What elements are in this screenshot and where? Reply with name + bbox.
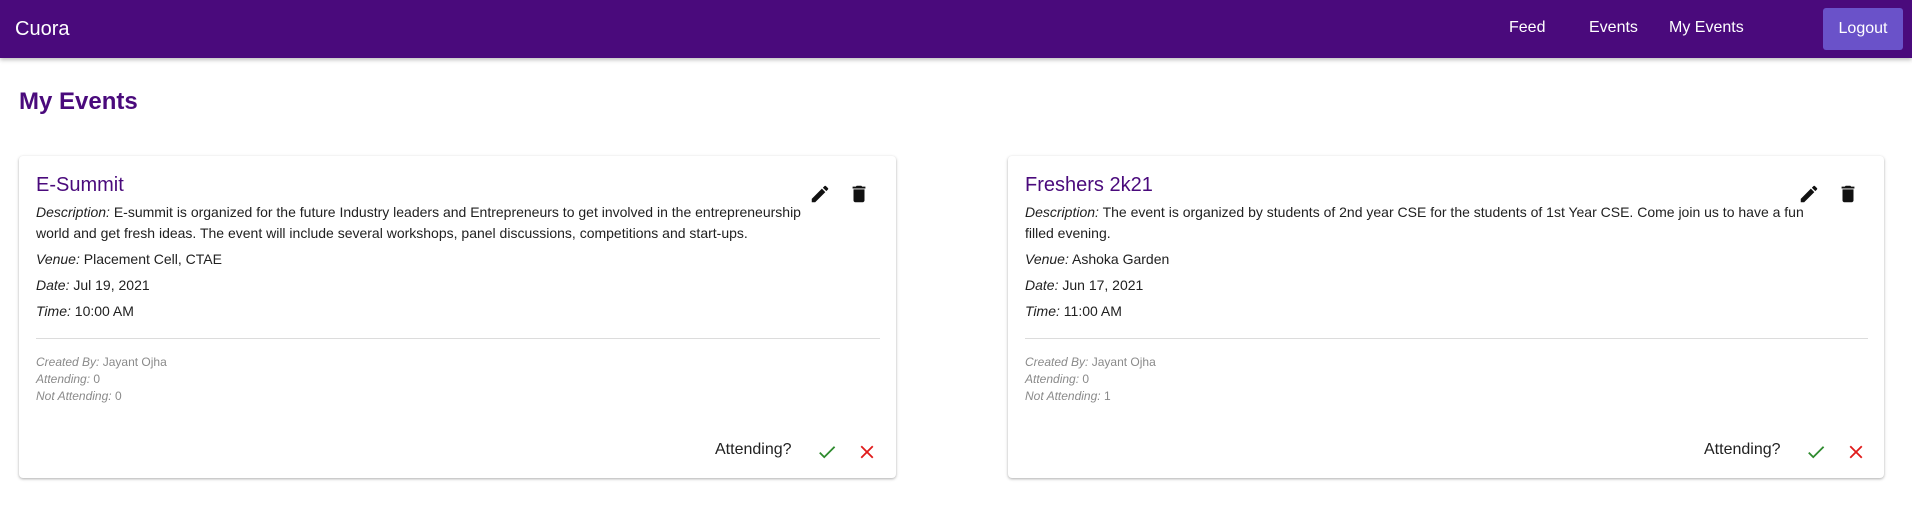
event-title: Freshers 2k21 bbox=[1025, 174, 1153, 196]
time-label: Time: bbox=[1025, 303, 1060, 319]
event-time: Time: 10:00 AM bbox=[36, 301, 816, 322]
attending-count-value: 0 bbox=[1082, 372, 1090, 386]
check-icon[interactable] bbox=[813, 438, 841, 466]
venue-value: Placement Cell, CTAE bbox=[83, 251, 222, 267]
close-icon[interactable] bbox=[1842, 438, 1870, 466]
date-label: Date: bbox=[1025, 277, 1059, 293]
attending-question: Attending? bbox=[1704, 441, 1781, 458]
event-card: Freshers 2k21 Description: The event is … bbox=[1008, 156, 1884, 478]
event-title: E-Summit bbox=[36, 174, 124, 196]
attending-count-value: 0 bbox=[93, 372, 101, 386]
time-value: 10:00 AM bbox=[74, 303, 134, 319]
not-attending-count-value: 0 bbox=[114, 389, 122, 403]
date-label: Date: bbox=[36, 277, 70, 293]
event-card: E-Summit Description: E-summit is organi… bbox=[19, 156, 896, 478]
attending-question: Attending? bbox=[715, 441, 792, 458]
page-title: My Events bbox=[19, 88, 138, 115]
attending-count-row: Attending: 0 bbox=[1025, 371, 1156, 388]
card-divider bbox=[1025, 338, 1868, 339]
not-attending-count-label: Not Attending: bbox=[1025, 389, 1101, 403]
delete-icon[interactable] bbox=[1834, 180, 1862, 208]
event-venue: Venue: Ashoka Garden bbox=[1025, 249, 1805, 270]
created-by-value: Jayant Ojha bbox=[102, 355, 167, 369]
not-attending-count-row: Not Attending: 0 bbox=[36, 388, 167, 405]
nav-feed-link[interactable]: Feed bbox=[1509, 0, 1545, 58]
nav-my-events-link[interactable]: My Events bbox=[1669, 0, 1744, 58]
not-attending-count-row: Not Attending: 1 bbox=[1025, 388, 1156, 405]
description-text: E-summit is organized for the future Ind… bbox=[36, 204, 801, 241]
created-by-value: Jayant Ojha bbox=[1091, 355, 1156, 369]
attending-count-label: Attending: bbox=[36, 372, 91, 386]
time-label: Time: bbox=[36, 303, 71, 319]
time-value: 11:00 AM bbox=[1063, 303, 1122, 319]
check-icon[interactable] bbox=[1802, 438, 1830, 466]
event-date: Date: Jul 19, 2021 bbox=[36, 275, 816, 296]
venue-label: Venue: bbox=[36, 251, 80, 267]
event-date: Date: Jun 17, 2021 bbox=[1025, 275, 1805, 296]
venue-label: Venue: bbox=[1025, 251, 1069, 267]
delete-icon[interactable] bbox=[845, 180, 873, 208]
close-icon[interactable] bbox=[853, 438, 881, 466]
brand-title[interactable]: Cuora bbox=[15, 0, 69, 58]
event-description: Description: E-summit is organized for t… bbox=[36, 202, 816, 244]
created-by-row: Created By: Jayant Ojha bbox=[36, 354, 167, 371]
app-bar: Cuora Feed Events My Events Logout bbox=[0, 0, 1912, 58]
event-time: Time: 11:00 AM bbox=[1025, 301, 1805, 322]
not-attending-count-value: 1 bbox=[1103, 389, 1111, 403]
nav-events-link[interactable]: Events bbox=[1589, 0, 1638, 58]
created-by-row: Created By: Jayant Ojha bbox=[1025, 354, 1156, 371]
not-attending-count-label: Not Attending: bbox=[36, 389, 112, 403]
date-value: Jul 19, 2021 bbox=[73, 277, 150, 293]
description-label: Description: bbox=[1025, 204, 1099, 220]
venue-value: Ashoka Garden bbox=[1071, 251, 1170, 267]
event-meta: Created By: Jayant Ojha Attending: 0 Not… bbox=[36, 354, 167, 405]
description-text: The event is organized by students of 2n… bbox=[1025, 204, 1804, 241]
created-by-label: Created By: bbox=[36, 355, 100, 369]
description-label: Description: bbox=[36, 204, 110, 220]
event-details: Description: The event is organized by s… bbox=[1025, 202, 1805, 327]
logout-button[interactable]: Logout bbox=[1823, 8, 1903, 50]
event-meta: Created By: Jayant Ojha Attending: 0 Not… bbox=[1025, 354, 1156, 405]
attending-count-row: Attending: 0 bbox=[36, 371, 167, 388]
event-details: Description: E-summit is organized for t… bbox=[36, 202, 816, 327]
created-by-label: Created By: bbox=[1025, 355, 1089, 369]
event-description: Description: The event is organized by s… bbox=[1025, 202, 1805, 244]
card-divider bbox=[36, 338, 880, 339]
event-venue: Venue: Placement Cell, CTAE bbox=[36, 249, 816, 270]
attending-count-label: Attending: bbox=[1025, 372, 1080, 386]
date-value: Jun 17, 2021 bbox=[1062, 277, 1144, 293]
